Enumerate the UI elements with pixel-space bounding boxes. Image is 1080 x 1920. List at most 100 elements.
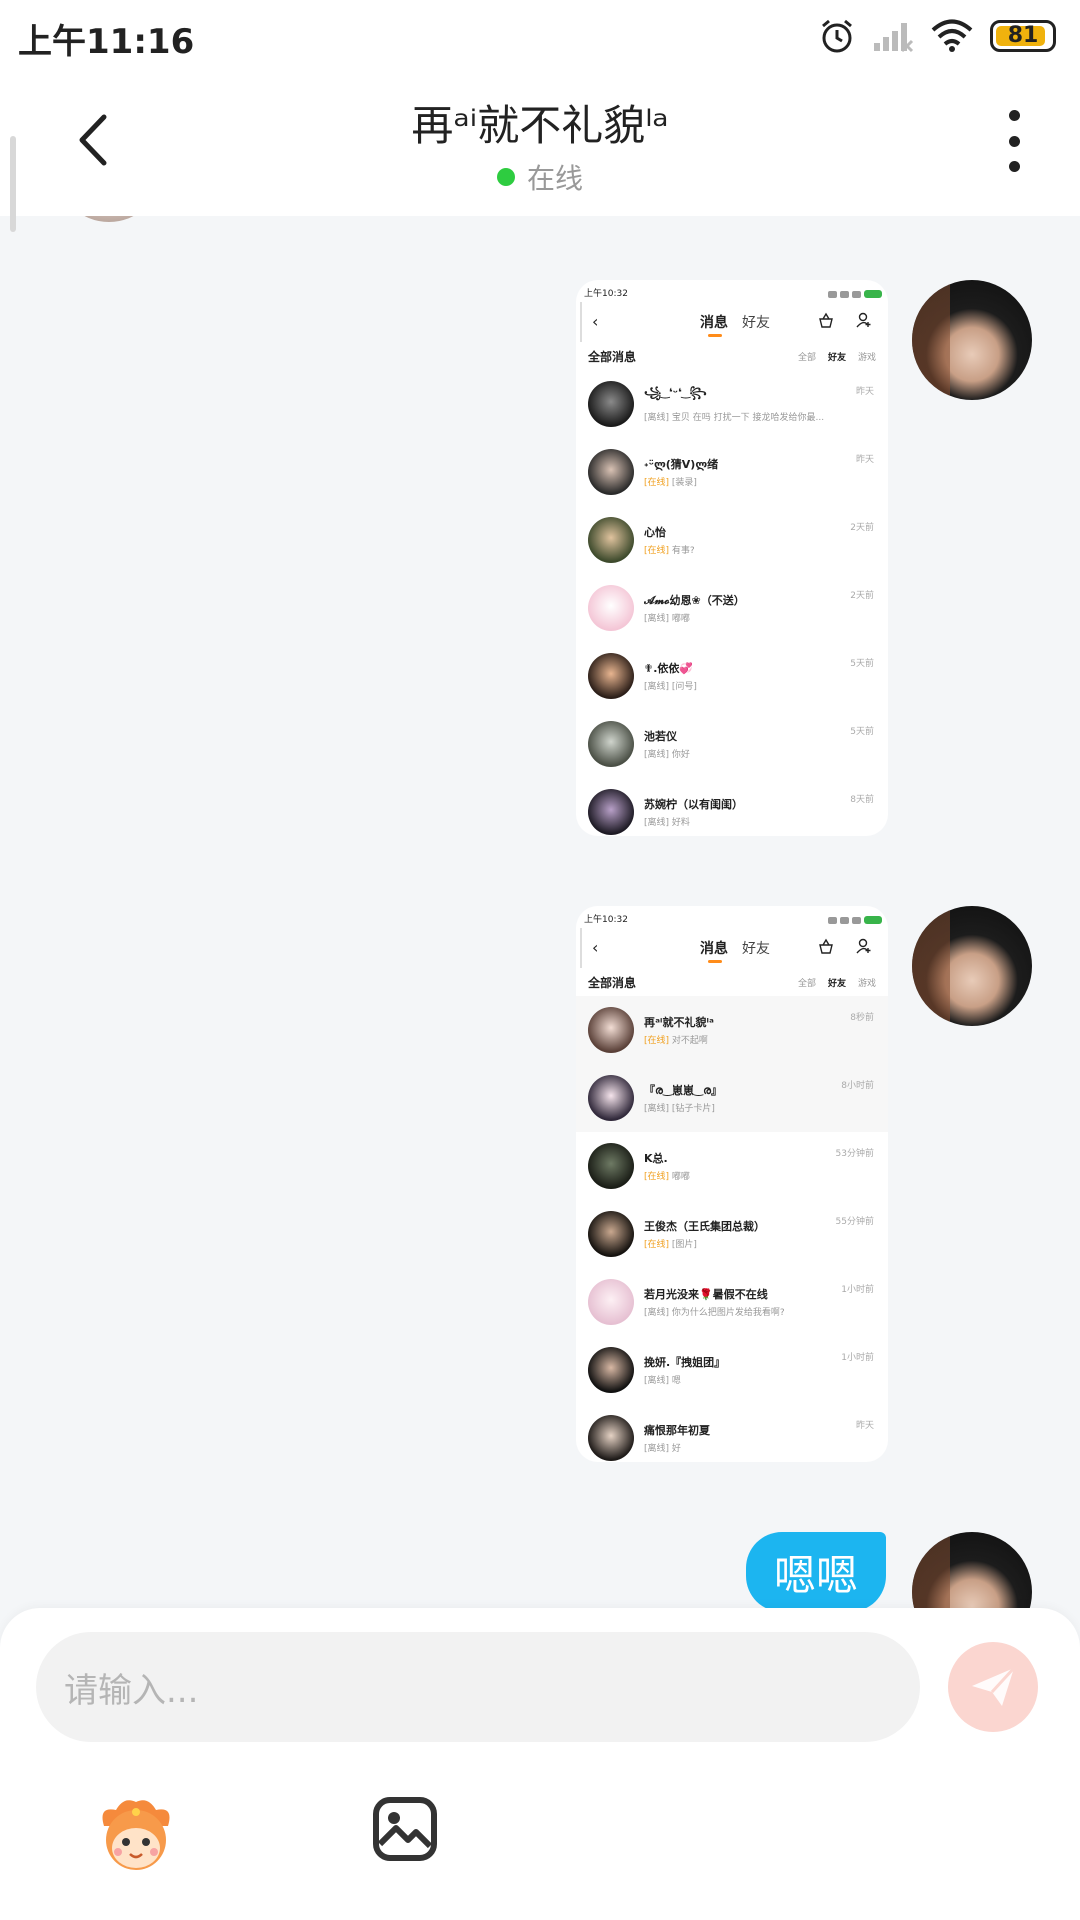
contact-status: [在线] bbox=[644, 1036, 670, 1046]
contact-status: [离线] bbox=[644, 1376, 670, 1386]
screenshot-section-title: 全部消息 bbox=[588, 349, 637, 364]
my-avatar[interactable] bbox=[912, 280, 1032, 400]
message-preview: 嗯 bbox=[671, 1376, 681, 1386]
message-time: 5天前 bbox=[850, 727, 874, 737]
page-title: 再ᵃⁱ就不礼貌ˡᵃ bbox=[411, 101, 669, 150]
screenshot-status-time: 上午10:32 bbox=[584, 289, 628, 299]
avatar bbox=[588, 1075, 634, 1121]
image-message[interactable]: 上午10:32 ‹ 消息 好友 全部消息 全部 好友 游戏 bbox=[576, 906, 888, 1462]
message-time: 1小时前 bbox=[841, 1353, 874, 1363]
contact-status: [离线] bbox=[644, 750, 670, 760]
contact-name: ˖ᵕ̈ლ(猜V)ლ绪 bbox=[644, 458, 719, 471]
alarm-icon bbox=[822, 19, 852, 53]
message-time: 5天前 bbox=[850, 659, 874, 669]
signal-icon bbox=[874, 23, 914, 53]
avatar bbox=[588, 653, 634, 699]
list-item: 𝓐𝓶𝓸幼恩❀（不送） [离线] 嘟嘟 2天前 bbox=[576, 574, 888, 642]
message-input[interactable]: 请输入... bbox=[36, 1632, 920, 1742]
screenshot-filter: 全部 bbox=[797, 978, 816, 989]
emoji-mascot-icon bbox=[102, 1800, 170, 1870]
message-preview: 对不起啊 bbox=[671, 1036, 708, 1046]
message-preview: 有事? bbox=[671, 546, 695, 556]
list-item: 再ᵃⁱ就不礼貌ˡᵃ [在线] 对不起啊 8秒前 bbox=[576, 996, 888, 1064]
message-preview: 宝贝 在吗 打扰一下 接龙哈发给你最... bbox=[671, 413, 825, 423]
basket-icon bbox=[819, 938, 833, 954]
message-preview: [装录] bbox=[671, 478, 697, 488]
wifi-icon bbox=[931, 19, 973, 52]
online-status: 在线 bbox=[0, 157, 1080, 197]
message-time: 昨天 bbox=[855, 455, 874, 465]
message-preview: 嘟嘟 bbox=[671, 1172, 690, 1182]
message-text: 嗯嗯 bbox=[773, 1550, 858, 1600]
message-preview: 好料 bbox=[671, 818, 690, 828]
list-item: 挽妍.『拽姐团』 [离线] 嗯 1小时前 bbox=[576, 1336, 888, 1404]
image-message[interactable]: 上午10:32 ‹ 消息 好友 全部消息 全部 好友 游戏 bbox=[576, 280, 888, 836]
list-item: ˖ᵕ̈ლ(猜V)ლ绪 [在线] [装录] 昨天 bbox=[576, 438, 888, 506]
chat-messages[interactable]: 上午10:32 ‹ 消息 好友 全部消息 全部 好友 游戏 ꧁ ͜ ❛ᵕ❛ ͜ … bbox=[0, 216, 1080, 1608]
title-block: 再ᵃⁱ就不礼貌ˡᵃ 在线 bbox=[0, 92, 1080, 197]
screenshot-back-icon: ‹ bbox=[592, 938, 599, 957]
contact-name: ✟.依依💞 bbox=[644, 662, 694, 675]
send-button[interactable] bbox=[948, 1642, 1038, 1732]
list-item: 池若仪 [离线] 你好 5天前 bbox=[576, 710, 888, 778]
message-preview: [钻子卡片] bbox=[671, 1104, 715, 1114]
contact-name: 心怡 bbox=[644, 526, 666, 539]
list-item: ꧁ ͜ ❛ᵕ❛ ͜ ꧂ [离线] 宝贝 在吗 打扰一下 接龙哈发给你最... 昨… bbox=[576, 370, 888, 438]
message-time: 8天前 bbox=[850, 795, 874, 805]
screenshot-filter: 全部 bbox=[797, 352, 816, 363]
contact-name: 痛恨那年初夏 bbox=[644, 1424, 710, 1437]
battery-level: 81 bbox=[1007, 23, 1039, 48]
add-friend-icon bbox=[856, 938, 871, 954]
peer-avatar[interactable] bbox=[56, 216, 162, 222]
contact-status: [离线] bbox=[644, 1308, 670, 1318]
screenshot-tab: 消息 bbox=[700, 312, 728, 337]
avatar bbox=[588, 381, 634, 427]
contact-status: [离线] bbox=[644, 413, 670, 423]
list-item: ✟.依依💞 [离线] [问号] 5天前 bbox=[576, 642, 888, 710]
screenshot-filter: 游戏 bbox=[857, 978, 876, 989]
contact-status: [在线] bbox=[644, 478, 670, 488]
contact-status: [离线] bbox=[644, 818, 670, 828]
avatar bbox=[588, 789, 634, 835]
screenshot-status-time: 上午10:32 bbox=[584, 915, 628, 925]
message-preview: 你为什么把图片发给我看啊? bbox=[671, 1308, 785, 1318]
message-time: 53分钟前 bbox=[835, 1149, 874, 1159]
list-item: 『ര‿崽崽‿ര』 [离线] [钻子卡片] 8小时前 bbox=[576, 1064, 888, 1132]
avatar bbox=[588, 1415, 634, 1461]
message-time: 昨天 bbox=[855, 387, 874, 397]
screenshot-filter: 好友 bbox=[827, 978, 846, 989]
text-message-bubble[interactable]: 嗯嗯 bbox=[746, 1532, 886, 1612]
message-time: 8小时前 bbox=[841, 1081, 874, 1091]
message-preview: [图片] bbox=[671, 1240, 697, 1250]
message-preview: 嘟嘟 bbox=[671, 614, 690, 624]
image-button[interactable] bbox=[372, 1796, 438, 1862]
screenshot-tab: 好友 bbox=[742, 941, 770, 957]
my-avatar[interactable] bbox=[912, 1532, 1032, 1608]
contact-name: 𝓐𝓶𝓸幼恩❀（不送） bbox=[644, 594, 745, 607]
contact-status: [离线] bbox=[644, 1444, 670, 1454]
more-vertical-icon bbox=[1008, 110, 1020, 121]
list-item: 痛恨那年初夏 [离线] 好 昨天 bbox=[576, 1404, 888, 1462]
message-preview: 好 bbox=[671, 1444, 681, 1454]
screenshot-section-title: 全部消息 bbox=[588, 975, 637, 990]
screenshot-tab: 好友 bbox=[742, 315, 770, 331]
add-friend-icon bbox=[856, 312, 871, 328]
avatar bbox=[588, 1279, 634, 1325]
status-bar: 上午11:16 81 bbox=[0, 0, 1080, 70]
more-button[interactable] bbox=[994, 110, 1034, 172]
battery-icon: 81 bbox=[990, 20, 1056, 52]
image-icon bbox=[373, 1797, 437, 1861]
contact-name: 池若仪 bbox=[644, 730, 677, 743]
emoji-button[interactable] bbox=[94, 1792, 178, 1876]
avatar bbox=[588, 1007, 634, 1053]
my-avatar[interactable] bbox=[912, 906, 1032, 1026]
list-item: 若月光没来🌹暑假不在线 [离线] 你为什么把图片发给我看啊? 1小时前 bbox=[576, 1268, 888, 1336]
avatar bbox=[588, 721, 634, 767]
avatar bbox=[588, 1211, 634, 1257]
contact-status: [在线] bbox=[644, 546, 670, 556]
chat-header: 再ᵃⁱ就不礼貌ˡᵃ 在线 bbox=[0, 70, 1080, 232]
list-item: 苏婉柠（以有闺闺） [离线] 好料 8天前 bbox=[576, 778, 888, 836]
contact-name: 再ᵃⁱ就不礼貌ˡᵃ bbox=[644, 1016, 714, 1029]
online-dot-icon bbox=[496, 168, 515, 186]
contact-status: [在线] bbox=[644, 1240, 670, 1250]
